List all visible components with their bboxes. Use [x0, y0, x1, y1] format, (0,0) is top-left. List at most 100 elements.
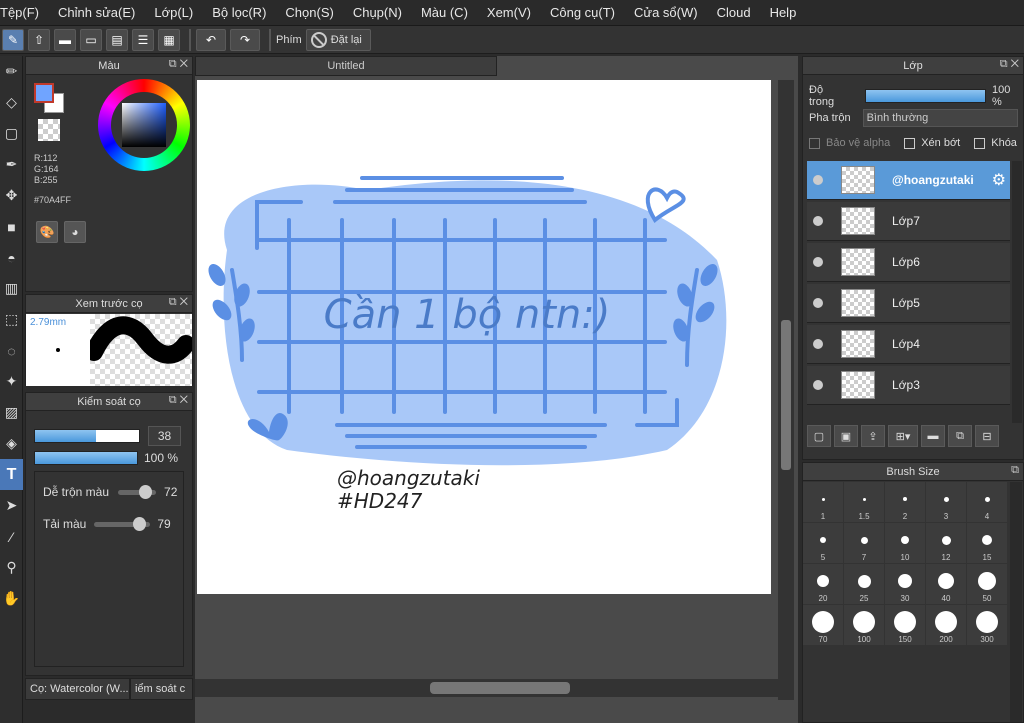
brush-size-cell[interactable]: 10: [885, 523, 925, 563]
menu-item[interactable]: Cửa sổ(W): [634, 5, 698, 20]
message-icon[interactable]: ▭: [80, 28, 102, 51]
brush-size-cell[interactable]: 7: [844, 523, 884, 563]
merge-layer-icon[interactable]: ⊟: [975, 425, 999, 447]
density-slider-knob[interactable]: [132, 516, 146, 531]
select-pen-icon[interactable]: ▨: [0, 397, 23, 428]
visibility-eye-icon[interactable]: [813, 339, 823, 349]
palette-edit-icon[interactable]: ◕: [64, 221, 86, 243]
panel-popout-close-icon[interactable]: ⧉ ✕: [169, 394, 188, 407]
brush-size-cell[interactable]: 50: [967, 564, 1007, 604]
list-icon[interactable]: ☰: [132, 28, 154, 51]
brush-size-cell[interactable]: 1: [803, 482, 843, 522]
menu-item[interactable]: Công cụ(T): [550, 5, 615, 20]
opacity-bar[interactable]: [34, 451, 138, 465]
menu-item[interactable]: Cloud: [717, 5, 751, 20]
magic-wand-icon[interactable]: ✦: [0, 366, 23, 397]
menu-item[interactable]: Help: [770, 5, 797, 20]
visibility-eye-icon[interactable]: [813, 380, 823, 390]
menu-item[interactable]: Bộ lọc(R): [212, 5, 266, 20]
sv-square[interactable]: [122, 103, 166, 147]
pen-tool-icon[interactable]: ✒: [0, 149, 23, 180]
layer-row[interactable]: Lớp7: [807, 202, 1010, 241]
brush-size-cell[interactable]: 5: [803, 523, 843, 563]
menu-item[interactable]: Tệp(F): [0, 5, 39, 20]
horizontal-scrollbar[interactable]: [195, 679, 778, 697]
hand-tool-icon[interactable]: ✋: [0, 583, 23, 614]
divide-tool-icon[interactable]: ⁄: [0, 521, 23, 552]
vertical-scroll-thumb[interactable]: [781, 320, 791, 470]
blend-mode-select[interactable]: Bình thường: [862, 109, 1018, 127]
import-image-icon[interactable]: ⇪: [861, 425, 885, 447]
panel-popout-close-icon[interactable]: ⧉ ✕: [169, 296, 188, 309]
palette-icon[interactable]: 🎨: [36, 221, 58, 243]
reset-button[interactable]: Đặt lại: [305, 28, 371, 51]
brush-size-cell[interactable]: 15: [967, 523, 1007, 563]
blend-slider-knob[interactable]: [139, 484, 153, 499]
menu-item[interactable]: Màu (C): [421, 5, 468, 20]
move-tool-icon[interactable]: ✥: [0, 180, 23, 211]
new-folder-icon[interactable]: ▬: [921, 425, 945, 447]
menu-item[interactable]: Xem(V): [487, 5, 531, 20]
menu-item[interactable]: Lớp(L): [154, 5, 193, 20]
layer-scrollbar[interactable]: [1012, 161, 1022, 423]
brush-size-cell[interactable]: 40: [926, 564, 966, 604]
brush-size-cell[interactable]: 12: [926, 523, 966, 563]
brush-size-cell[interactable]: 20: [803, 564, 843, 604]
density-slider[interactable]: [94, 516, 151, 531]
brush-tab[interactable]: Cọ: Watercolor (W...: [25, 678, 130, 700]
layer-row[interactable]: Lớp5: [807, 284, 1010, 323]
layer-settings-gear-icon[interactable]: ⚙: [992, 170, 1006, 190]
lock-checkbox[interactable]: [974, 137, 986, 149]
menu-item[interactable]: Chỉnh sửa(E): [58, 5, 135, 20]
lasso-tool-icon[interactable]: ◌: [0, 335, 23, 366]
brush-size-cell[interactable]: 4: [967, 482, 1007, 522]
grid-icon[interactable]: ▦: [158, 28, 180, 51]
panel-popout-close-icon[interactable]: ⧉ ✕: [1000, 58, 1019, 71]
document-icon[interactable]: ▤: [106, 28, 128, 51]
vertical-scrollbar[interactable]: [778, 80, 794, 700]
redo-button[interactable]: ↷: [230, 28, 260, 51]
brush-size-cell[interactable]: 150: [885, 605, 925, 645]
operation-tool-icon[interactable]: ➤: [0, 490, 23, 521]
brush-tool-icon[interactable]: ✏: [0, 56, 23, 87]
color-wheel[interactable]: [98, 79, 190, 171]
size-value[interactable]: 38: [148, 426, 181, 446]
select-eraser-icon[interactable]: ◈: [0, 428, 23, 459]
transparent-swatch[interactable]: [38, 119, 60, 141]
comment-icon[interactable]: ▬: [54, 28, 76, 51]
foreground-color-swatch[interactable]: [34, 83, 54, 103]
brush-size-cell[interactable]: 25: [844, 564, 884, 604]
brush-size-cell[interactable]: 70: [803, 605, 843, 645]
gradient-tool-icon[interactable]: ▥: [0, 273, 23, 304]
fill-rect-tool-icon[interactable]: ■: [0, 211, 23, 242]
visibility-eye-icon[interactable]: [813, 257, 823, 267]
protect-alpha-checkbox[interactable]: [809, 137, 820, 149]
text-tool-icon[interactable]: T: [0, 459, 23, 490]
brush-size-cell[interactable]: 3: [926, 482, 966, 522]
visibility-eye-icon[interactable]: [813, 216, 823, 226]
document-tab[interactable]: Untitled: [195, 56, 497, 76]
select-rect-icon[interactable]: ⬚: [0, 304, 23, 335]
layer-row[interactable]: @hoangzutaki ⚙: [807, 161, 1010, 200]
bucket-tool-icon[interactable]: ◓: [0, 242, 23, 273]
new-halftone-layer-icon[interactable]: ▣: [834, 425, 858, 447]
panel-popout-icon[interactable]: ⧉: [1011, 464, 1019, 477]
visibility-eye-icon[interactable]: [813, 175, 823, 185]
eraser-tool-icon[interactable]: ◇: [0, 87, 23, 118]
brush-control-tab[interactable]: iểm soát c: [130, 678, 193, 700]
share-icon[interactable]: ⇧: [28, 28, 50, 51]
brush-size-cell[interactable]: 30: [885, 564, 925, 604]
layer-row[interactable]: Lớp4: [807, 325, 1010, 364]
brush-size-cell[interactable]: 1.5: [844, 482, 884, 522]
brush-mode-icon[interactable]: ✎: [2, 28, 24, 51]
menu-item[interactable]: Chụp(N): [353, 5, 402, 20]
blend-slider[interactable]: [118, 484, 157, 499]
add-layer-menu-icon[interactable]: ⊞▾: [888, 425, 918, 447]
brush-size-cell[interactable]: 2: [885, 482, 925, 522]
clipping-checkbox[interactable]: [904, 137, 916, 149]
layer-row[interactable]: Lớp6: [807, 243, 1010, 282]
brush-size-cell[interactable]: 300: [967, 605, 1007, 645]
new-layer-icon[interactable]: ▢: [807, 425, 831, 447]
rect-tool-icon[interactable]: ▢: [0, 118, 23, 149]
layer-row[interactable]: Lớp3: [807, 366, 1010, 405]
